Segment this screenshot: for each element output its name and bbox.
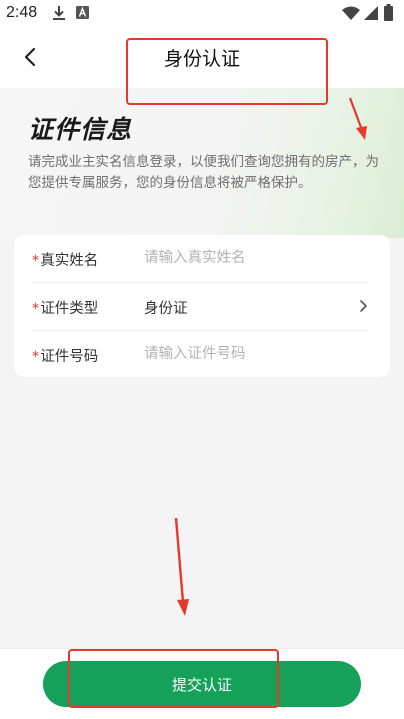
field-label-id-number: *证件号码 bbox=[32, 345, 98, 366]
field-label-id-type: *证件类型 bbox=[32, 297, 98, 318]
chevron-right-icon[interactable] bbox=[358, 299, 368, 313]
id-type-value[interactable]: 身份证 bbox=[144, 297, 188, 318]
download-icon bbox=[53, 6, 65, 20]
status-time: 2:48 bbox=[6, 4, 38, 21]
section-title: 证件信息 bbox=[28, 115, 133, 144]
signal-icon bbox=[364, 6, 378, 20]
required-mark: * bbox=[32, 253, 40, 269]
required-mark: * bbox=[32, 301, 40, 317]
form-row-id-number: *证件号码 bbox=[32, 331, 368, 378]
submit-button[interactable]: 提交认证 bbox=[43, 661, 361, 707]
field-label-name: *真实姓名 bbox=[32, 249, 98, 270]
real-name-input[interactable] bbox=[144, 245, 344, 271]
field-label-text: 真实姓名 bbox=[40, 253, 99, 269]
status-bar: 2:48 bbox=[0, 0, 404, 28]
section-description: 请完成业主实名信息登录，以便我们查询您拥有的房产，为您提供专属服务，您的身份信息… bbox=[28, 154, 379, 191]
bottom-bar: 提交认证 bbox=[0, 648, 404, 719]
field-label-text: 证件类型 bbox=[40, 301, 99, 317]
a-badge-icon bbox=[76, 6, 89, 19]
page-title: 身份认证 bbox=[163, 48, 240, 70]
identity-form-card: *真实姓名 *证件类型 身份证 *证件号码 bbox=[14, 235, 390, 377]
form-row-id-type[interactable]: *证件类型 身份证 bbox=[32, 283, 368, 331]
battery-icon bbox=[384, 4, 393, 21]
nav-bar: 身份认证 bbox=[0, 28, 404, 88]
annotation-arrow-bottom bbox=[174, 517, 189, 616]
field-label-text: 证件号码 bbox=[40, 349, 99, 365]
required-mark: * bbox=[32, 349, 40, 365]
id-number-input[interactable] bbox=[144, 341, 344, 367]
hero-section: 证件信息 请完成业主实名信息登录，以便我们查询您拥有的房产，为您提供专属服务，您… bbox=[0, 88, 404, 238]
form-row-name: *真实姓名 bbox=[32, 235, 368, 283]
wifi-icon bbox=[342, 6, 360, 20]
